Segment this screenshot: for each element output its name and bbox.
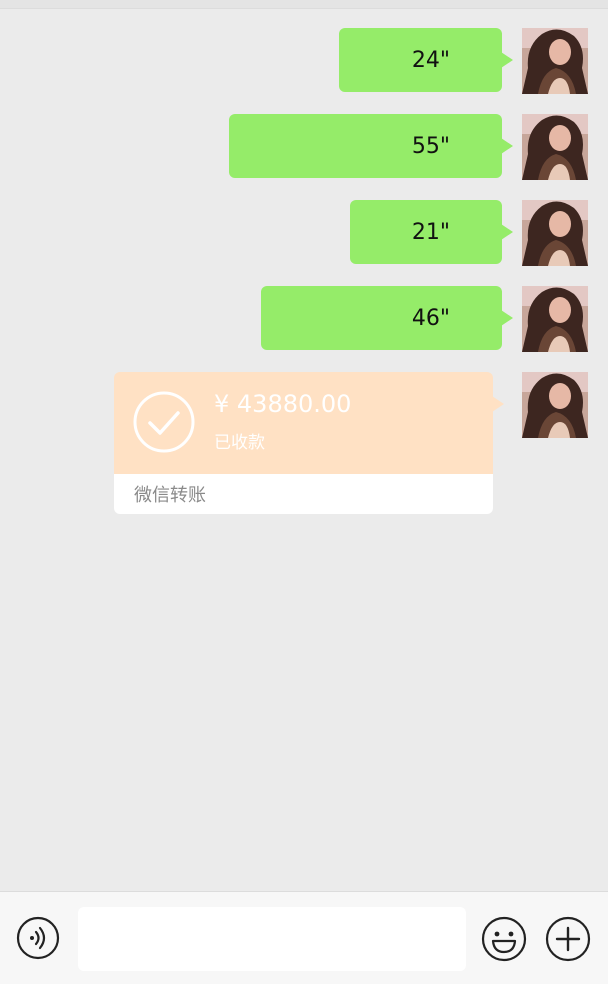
user-avatar[interactable] xyxy=(522,28,588,94)
transfer-card-top: ¥ 43880.00 已收款 xyxy=(114,372,504,474)
message-input[interactable] xyxy=(78,907,466,971)
emoji-icon[interactable] xyxy=(481,916,527,962)
transfer-amount: ¥ 43880.00 xyxy=(214,390,352,418)
transfer-footer-label: 微信转账 xyxy=(134,485,206,506)
voice-bubble[interactable]: 24" xyxy=(339,28,513,92)
top-divider xyxy=(0,0,608,9)
message-row xyxy=(522,372,588,438)
transfer-card[interactable]: ¥ 43880.00 已收款 微信转账 xyxy=(114,372,504,514)
check-circle-icon xyxy=(133,391,195,453)
user-avatar[interactable] xyxy=(522,286,588,352)
user-avatar[interactable] xyxy=(522,200,588,266)
voice-bubble[interactable]: 55" xyxy=(229,114,513,178)
transfer-status: 已收款 xyxy=(214,433,265,453)
voice-bubble[interactable]: 46" xyxy=(261,286,513,350)
plus-icon[interactable] xyxy=(545,916,591,962)
user-avatar-photo xyxy=(522,114,588,180)
message-row: 24" xyxy=(20,28,588,94)
message-row: 46" xyxy=(20,286,588,352)
message-row: 21" xyxy=(20,200,588,266)
voice-duration: 46" xyxy=(411,305,450,331)
user-avatar[interactable] xyxy=(522,114,588,180)
user-avatar[interactable] xyxy=(522,372,588,438)
user-avatar-photo xyxy=(522,200,588,266)
message-row: 55" xyxy=(20,114,588,180)
user-avatar-photo xyxy=(522,286,588,352)
user-avatar-photo xyxy=(522,372,588,438)
voice-duration: 55" xyxy=(411,133,450,159)
voice-bubble[interactable]: 21" xyxy=(350,200,513,264)
voice-duration: 21" xyxy=(411,219,450,245)
user-avatar-photo xyxy=(522,28,588,94)
voice-duration: 24" xyxy=(411,47,450,73)
transfer-footer: 微信转账 xyxy=(114,474,493,514)
voice-input-icon[interactable] xyxy=(16,916,60,960)
